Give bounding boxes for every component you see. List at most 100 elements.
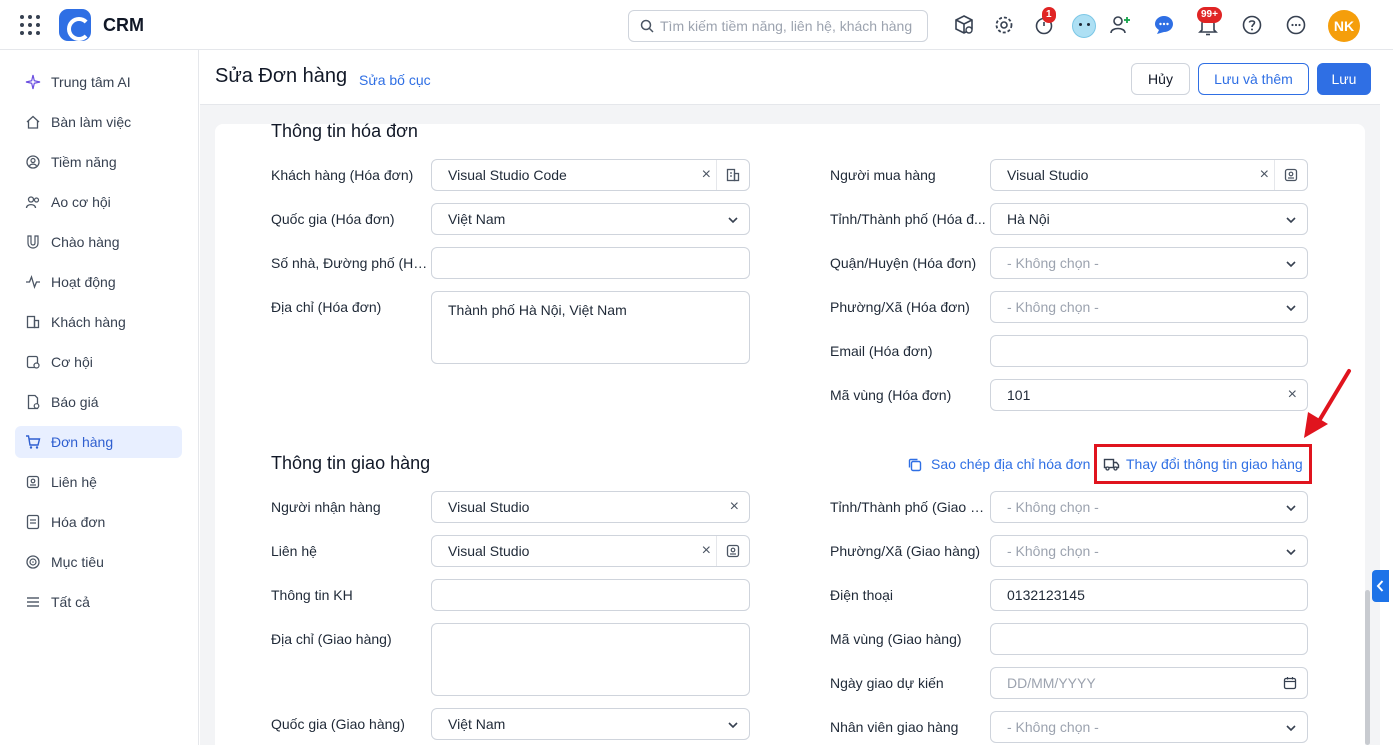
clear-icon[interactable]: × [730,498,739,516]
sidebar-item-building[interactable]: Khách hàng [15,306,182,338]
delivery-date-label: Ngày giao dự kiến [830,675,944,691]
save-button[interactable]: Lưu [1317,63,1371,95]
phone-value: 0132123145 [1007,587,1085,603]
billing-section-title: Thông tin hóa đơn [271,121,418,141]
chevron-down-icon [728,217,738,224]
sidebar-item-label: Chào hàng [51,234,120,250]
sidebar-item-home[interactable]: Bàn làm việc [15,106,182,138]
clear-icon[interactable]: × [702,542,711,560]
sidebar-item-magnet[interactable]: Chào hàng [15,226,182,258]
sidebar-item-users[interactable]: Ao cơ hội [15,186,182,218]
notification-badge: 99+ [1197,7,1222,23]
sidebar-item-quote[interactable]: Báo giá [15,386,182,418]
shipping-area-label: Mã vùng (Giao hàng) [830,631,962,647]
billing-street-input[interactable] [431,247,750,279]
billing-email-input[interactable] [990,335,1308,367]
customer-info-label: Thông tin KH [271,587,353,603]
billing-district-select[interactable]: - Không chọn - [990,247,1308,279]
buyer-label: Người mua hàng [830,167,936,183]
shipping-area-input[interactable] [990,623,1308,655]
timer-badge: 1 [1042,7,1056,23]
sidebar-item-opportunity[interactable]: Cơ hội [15,346,182,378]
building-icon[interactable] [725,167,741,183]
sparkle-icon [25,74,41,90]
search-icon [640,19,654,33]
help-icon[interactable] [1241,14,1263,36]
edit-layout-link[interactable]: Sửa bố cục [359,72,431,88]
global-search[interactable]: Tìm kiếm tiềm năng, liên hệ, khách hàng [628,10,928,42]
sidebar-item-label: Báo giá [51,394,99,410]
billing-province-select[interactable]: Hà Nội [990,203,1308,235]
cube-search-icon[interactable] [953,14,975,36]
chevron-down-icon [1286,725,1296,732]
invoice-icon [26,514,40,530]
sidebar-item-contact[interactable]: Liên hệ [15,466,182,498]
quote-icon [27,394,40,410]
billing-country-select[interactable]: Việt Nam [431,203,750,235]
billing-email-label: Email (Hóa đơn) [830,343,933,359]
billing-province-label: Tỉnh/Thành phố (Hóa đ... [830,211,986,227]
sidebar-item-invoice[interactable]: Hóa đơn [15,506,182,538]
field-divider [1274,160,1275,190]
sidebar-item-cart[interactable]: Đơn hàng [15,426,182,458]
calendar-icon[interactable] [1283,676,1297,690]
add-user-icon[interactable] [1109,14,1131,36]
billing-area-label: Mã vùng (Hóa đơn) [830,387,952,403]
more-icon[interactable] [1285,14,1307,36]
crm-logo[interactable] [59,9,91,41]
sidebar-item-label: Mục tiêu [51,554,104,570]
assistant-avatar[interactable] [1072,14,1096,38]
clear-icon[interactable]: × [1288,386,1297,404]
delivery-date-input[interactable]: DD/MM/YYYY [990,667,1308,699]
shipping-ward-select[interactable]: - Không chọn - [990,535,1308,567]
opportunity-icon [26,355,40,369]
scrollbar-thumb[interactable] [1365,590,1370,745]
clear-icon[interactable]: × [1260,166,1269,184]
contact-card-icon[interactable] [725,543,741,559]
billing-ward-select[interactable]: - Không chọn - [990,291,1308,323]
chevron-down-icon [1286,305,1296,312]
sidebar-item-menu[interactable]: Tất cả [15,586,182,618]
menu-icon [27,597,39,607]
collapse-panel-tab[interactable] [1372,570,1389,602]
app-grid-icon[interactable] [20,15,40,35]
sidebar-item-target-user[interactable]: Tiềm năng [15,146,182,178]
save-and-add-button[interactable]: Lưu và thêm [1198,63,1309,95]
billing-district-label: Quận/Huyện (Hóa đơn) [830,255,977,271]
billing-ward-value: - Không chọn - [1007,299,1099,315]
billing-ward-label: Phường/Xã (Hóa đơn) [830,299,970,315]
sidebar-item-sparkle[interactable]: Trung tâm AI [15,66,182,98]
sidebar-item-goal[interactable]: Mục tiêu [15,546,182,578]
search-placeholder: Tìm kiếm tiềm năng, liên hệ, khách hàng [660,18,913,34]
clear-icon[interactable]: × [702,166,711,184]
user-avatar[interactable]: NK [1328,10,1360,42]
billing-country-value: Việt Nam [448,211,506,227]
sidebar-item-activity[interactable]: Hoạt động [15,266,182,298]
billing-address-textarea[interactable]: Thành phố Hà Nội, Việt Nam [431,291,750,364]
chevron-down-icon [1286,217,1296,224]
buyer-field[interactable]: Visual Studio × [990,159,1308,191]
billing-area-value: 101 [1007,387,1031,403]
shipping-contact-value: Visual Studio [448,543,530,559]
chevron-down-icon [728,722,738,729]
contact-card-icon[interactable] [1283,167,1299,183]
shipping-contact-label: Liên hệ [271,543,317,559]
shipping-contact-field[interactable]: Visual Studio × [431,535,750,567]
delivery-staff-select[interactable]: - Không chọn - [990,711,1308,743]
shipping-section-title: Thông tin giao hàng [271,453,431,473]
receiver-field[interactable]: Visual Studio × [431,491,750,523]
shipping-country-select[interactable]: Việt Nam [431,708,750,740]
billing-country-label: Quốc gia (Hóa đơn) [271,211,395,227]
change-shipping-info-link[interactable]: Thay đổi thông tin giao hàng [1094,444,1312,484]
cancel-button[interactable]: Hủy [1131,63,1190,95]
billing-area-input[interactable]: 101 × [990,379,1308,411]
goal-icon [26,555,40,569]
customer-info-input[interactable] [431,579,750,611]
phone-input[interactable]: 0132123145 [990,579,1308,611]
sidebar-item-label: Tiềm năng [51,154,117,170]
shipping-address-textarea[interactable] [431,623,750,696]
settings-icon[interactable] [993,14,1015,36]
chat-icon[interactable] [1153,14,1175,36]
shipping-province-select[interactable]: - Không chọn - [990,491,1308,523]
billing-customer-field[interactable]: Visual Studio Code × [431,159,750,191]
